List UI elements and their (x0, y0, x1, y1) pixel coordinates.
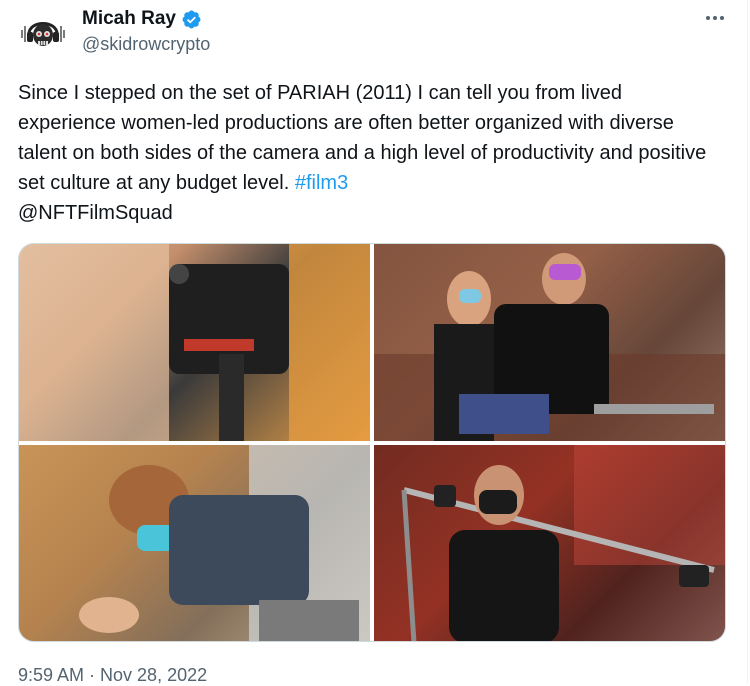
avatar[interactable] (18, 8, 68, 58)
photo-camera-operator[interactable] (19, 244, 370, 441)
photo-woman-boom-pole[interactable] (374, 445, 725, 641)
photo-crew-member-kneeling[interactable] (19, 445, 370, 641)
skull-headphones-icon (18, 8, 68, 58)
tweet-body: Since I stepped on the set of PARIAH (20… (18, 82, 707, 194)
photo-director-gesturing[interactable] (374, 244, 725, 441)
verified-badge-icon (181, 9, 202, 30)
author-handle[interactable]: @skidrowcrypto (82, 33, 210, 55)
mention-link[interactable]: @NFTFilmSquad (18, 202, 173, 224)
tweet-text: Since I stepped on the set of PARIAH (20… (18, 78, 718, 228)
author-display-name[interactable]: Micah Ray (82, 8, 176, 30)
more-options-icon[interactable] (701, 6, 729, 30)
media-grid (18, 243, 726, 642)
divider (747, 0, 748, 683)
tweet-card: Micah Ray @skidrowcrypto Since I stepped… (0, 0, 750, 685)
hashtag-link[interactable]: #film3 (295, 172, 348, 194)
author-name-row[interactable]: Micah Ray (82, 8, 202, 30)
